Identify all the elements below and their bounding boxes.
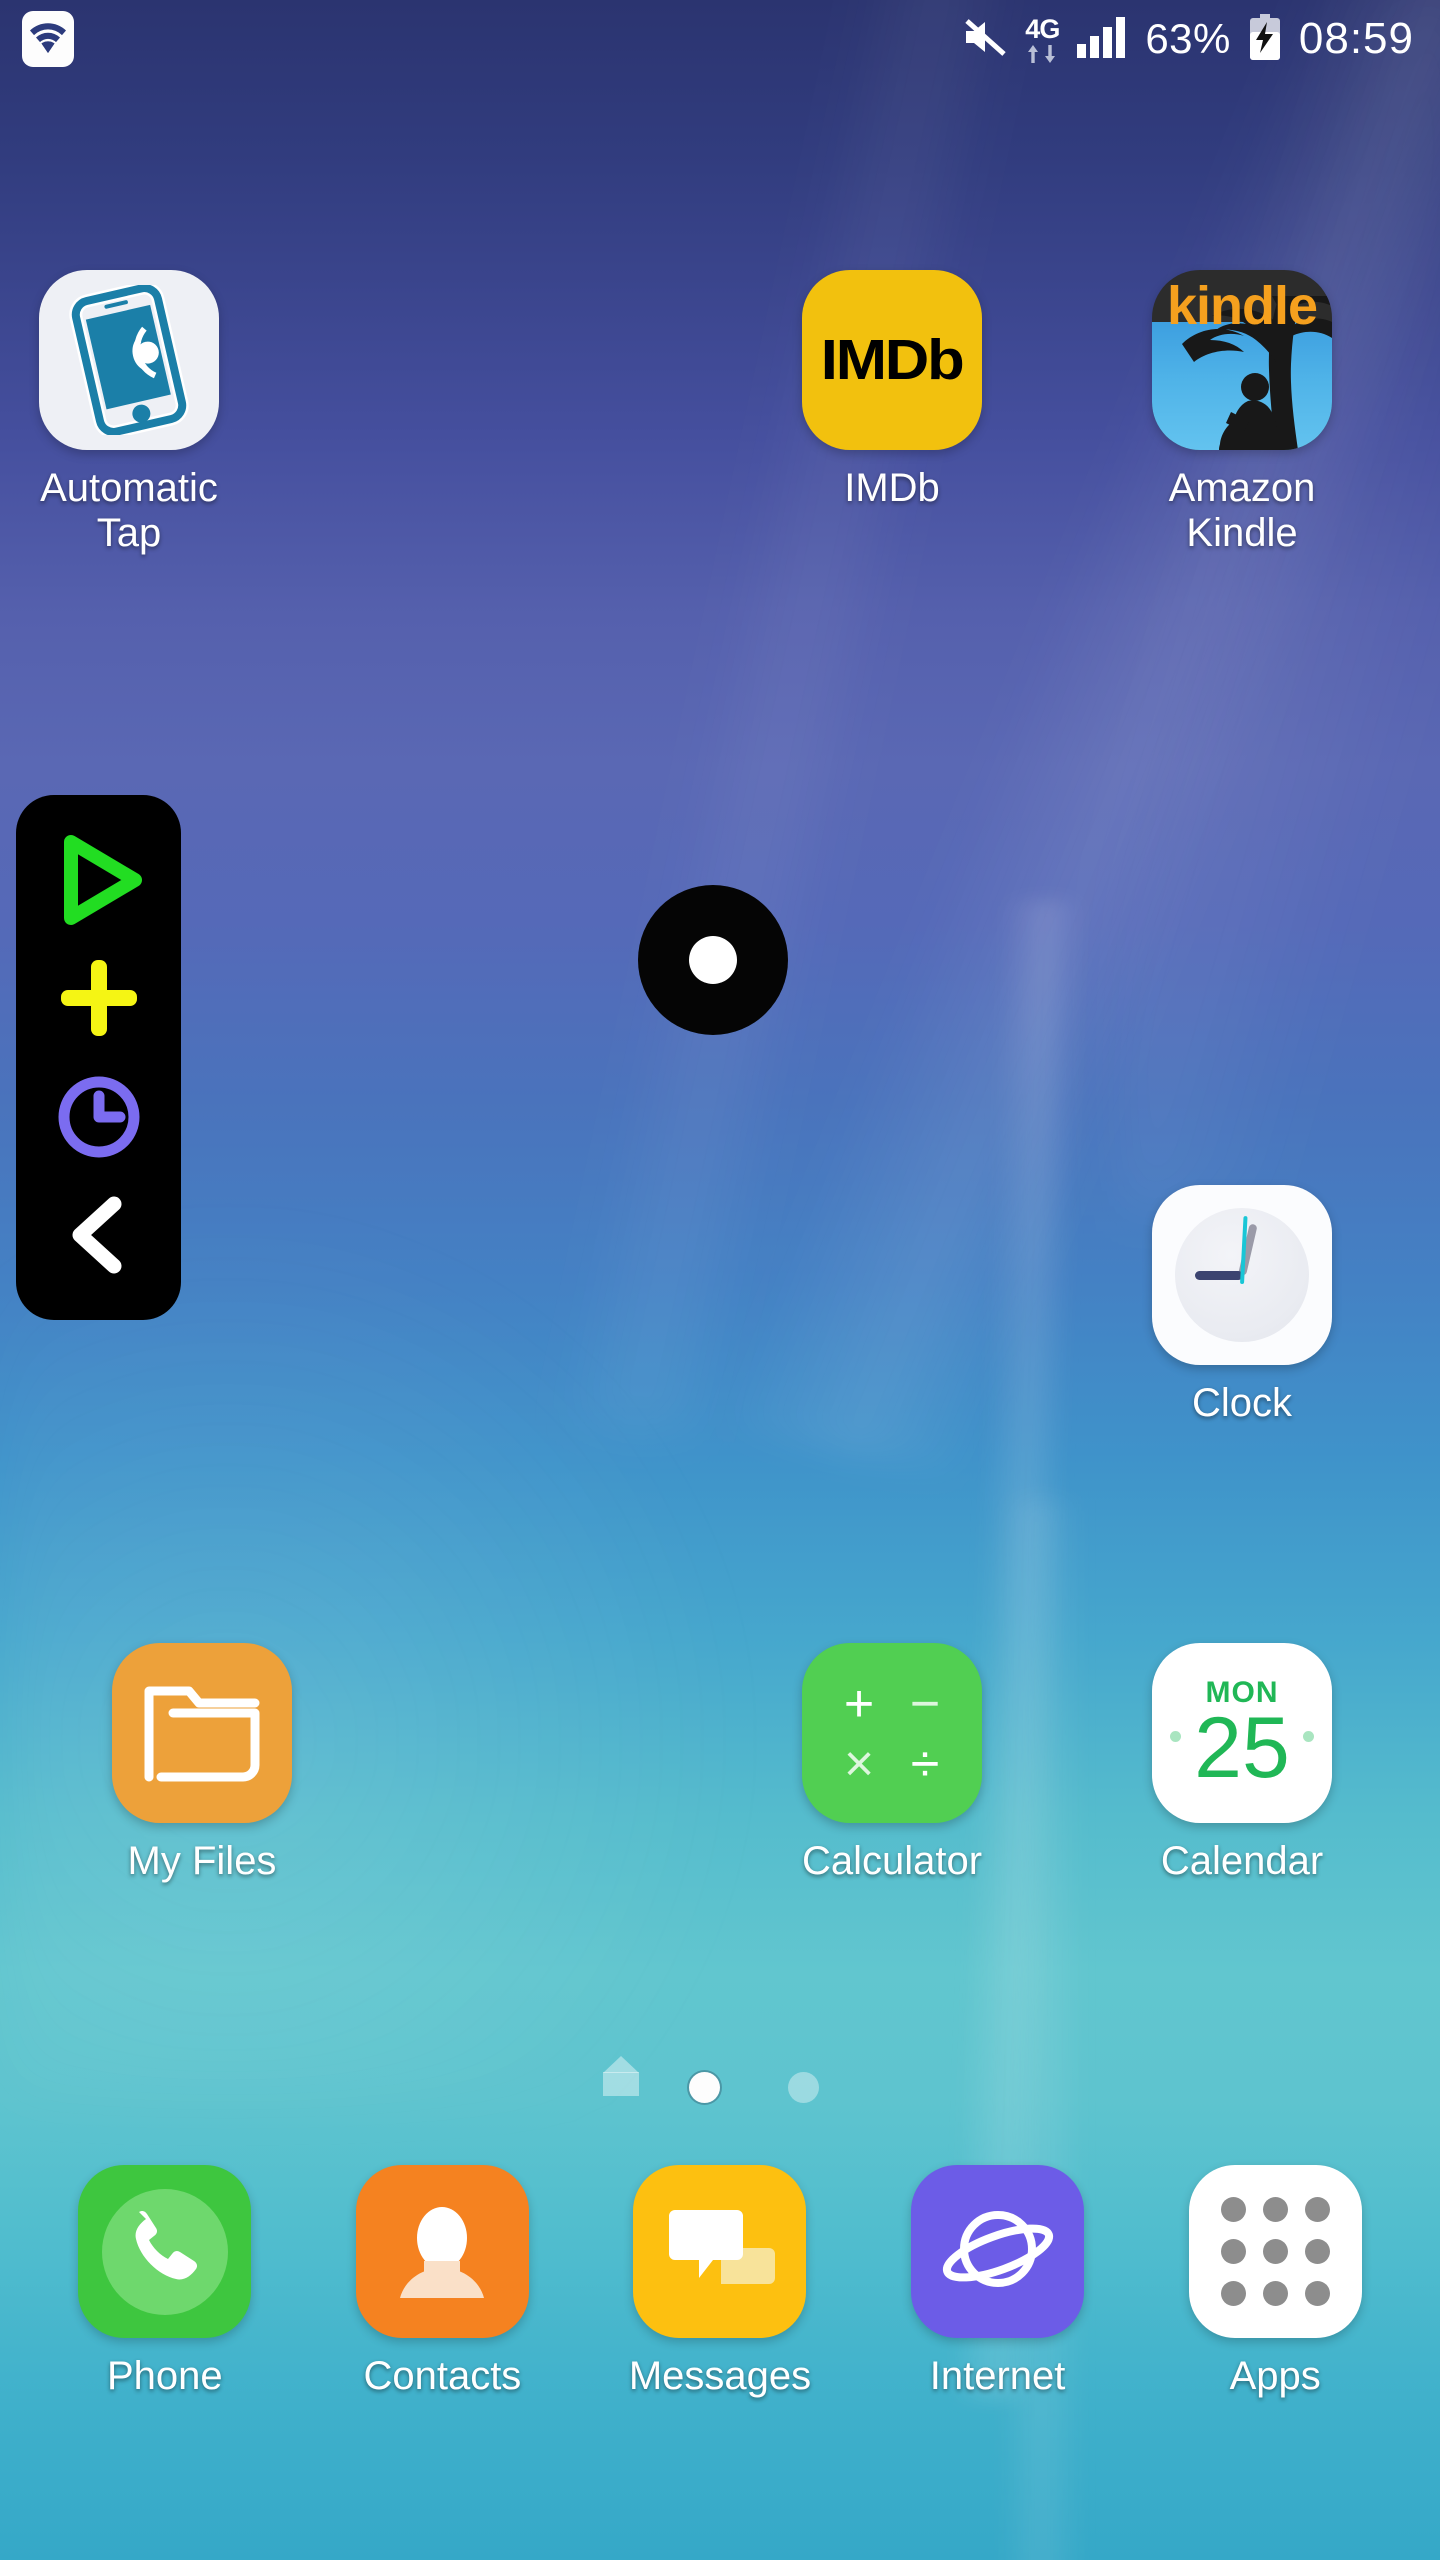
imdb-icon: IMDb (802, 270, 982, 450)
status-bar-left (0, 11, 74, 67)
my-files-folder-icon (112, 1643, 292, 1823)
plus-icon[interactable] (40, 946, 158, 1050)
automatic-tap-icon (39, 270, 219, 450)
app-icon-wrap: MON 25 (1152, 1643, 1332, 1823)
app-icon-wrap: + − × ÷ (802, 1643, 982, 1823)
app-label: Clock (1191, 1381, 1293, 1425)
wallpaper-light-ribbon (1038, 0, 1440, 1214)
app-imdb[interactable]: IMDb IMDb (772, 270, 1012, 511)
app-calculator[interactable]: + − × ÷ Calculator (772, 1643, 1012, 1884)
app-icon-wrap (112, 1643, 292, 1823)
tap-marker-center-dot (689, 936, 737, 984)
divide-symbol: ÷ (910, 1735, 940, 1793)
apps-grid-icon (1188, 2165, 1362, 2338)
battery-charging-icon (1248, 13, 1282, 65)
page-indicator-dot[interactable] (788, 2072, 819, 2103)
multiply-symbol: × (843, 1735, 875, 1793)
amazon-kindle-icon: kindle (1152, 270, 1332, 450)
app-icon-wrap (39, 270, 219, 450)
volume-mute-icon (962, 17, 1008, 62)
dock-item-messages[interactable]: Messages (605, 2165, 835, 2399)
dock-item-apps[interactable]: Apps (1160, 2165, 1390, 2399)
imdb-wordmark: IMDb (821, 328, 965, 392)
calculator-symbol-grid: + − × ÷ (831, 1675, 953, 1793)
app-amazon-kindle[interactable]: kindle Amazon Kindle (1122, 270, 1362, 556)
app-my-files[interactable]: My Files (82, 1643, 322, 1884)
apps-dot-grid (1220, 2197, 1330, 2306)
clock-outline-icon[interactable] (40, 1065, 158, 1169)
network-type-indicator: 4G (1025, 13, 1060, 63)
app-calendar[interactable]: MON 25 Calendar (1122, 1643, 1362, 1884)
phone-inner-circle (101, 2188, 228, 2315)
tap-target-marker-icon[interactable] (638, 885, 788, 1035)
app-label: Amazon Kindle (1168, 466, 1316, 555)
battery-percent: 63% (1145, 15, 1231, 62)
home-screen: 4G 63% 08:59 Automatic Tap IMDb IMDb kin… (0, 0, 1440, 2560)
app-icon-wrap (1152, 1185, 1332, 1365)
calendar-dot-right (1303, 1731, 1314, 1742)
app-clock[interactable]: Clock (1122, 1185, 1362, 1426)
status-bar-clock: 08:59 (1298, 14, 1414, 63)
plus-symbol: + (843, 1675, 875, 1733)
back-chevron-icon[interactable] (40, 1183, 158, 1287)
dock-label: Apps (1229, 2354, 1321, 2398)
dock-item-contacts[interactable]: Contacts (327, 2165, 557, 2399)
dock-label: Contacts (363, 2354, 522, 2398)
calendar-icon: MON 25 (1152, 1643, 1332, 1823)
dock-item-phone[interactable]: Phone (50, 2165, 280, 2399)
status-bar-right: 4G 63% 08:59 (962, 13, 1440, 65)
app-label: Calendar (1160, 1839, 1324, 1883)
wifi-icon (22, 11, 74, 67)
dock-label: Messages (628, 2354, 812, 2398)
clock-hour-hand (1195, 1271, 1243, 1280)
app-label: Calculator (801, 1839, 983, 1883)
messages-speech-bubble-icon (633, 2165, 807, 2338)
dock-item-internet[interactable]: Internet (883, 2165, 1113, 2399)
dock-label: Internet (929, 2354, 1066, 2398)
calculator-icon: + − × ÷ (802, 1643, 982, 1823)
app-label: My Files (127, 1839, 277, 1883)
internet-planet-icon (911, 2165, 1085, 2338)
calendar-dot-left (1170, 1731, 1181, 1742)
status-bar: 4G 63% 08:59 (0, 0, 1440, 78)
floating-autoclicker-panel[interactable] (16, 795, 181, 1320)
page-indicator-dot-active[interactable] (689, 2072, 720, 2103)
phone-handset-icon (78, 2165, 252, 2338)
dock: Phone Contacts Messages Internet Apps (0, 2165, 1440, 2495)
app-label: Automatic Tap (40, 466, 218, 555)
clock-face (1175, 1208, 1309, 1342)
calendar-day-number: 25 (1194, 1699, 1290, 1796)
clock-icon (1152, 1185, 1332, 1365)
app-icon-wrap: kindle (1152, 270, 1332, 450)
wallpaper-light-ribbon (353, 0, 1147, 1470)
app-label: IMDb (844, 466, 940, 510)
contacts-person-icon (355, 2165, 529, 2338)
signal-bars-icon (1076, 16, 1128, 63)
kindle-wordmark: kindle (1166, 276, 1318, 336)
network-label: 4G (1025, 13, 1060, 44)
data-transfer-arrows-icon (1026, 44, 1058, 63)
page-indicator (0, 2055, 1440, 2103)
app-icon-wrap: IMDb (802, 270, 982, 450)
play-triangle-icon[interactable] (40, 828, 158, 932)
dock-label: Phone (106, 2354, 223, 2398)
app-automatic-tap[interactable]: Automatic Tap (9, 270, 249, 556)
minus-symbol: − (909, 1675, 941, 1733)
